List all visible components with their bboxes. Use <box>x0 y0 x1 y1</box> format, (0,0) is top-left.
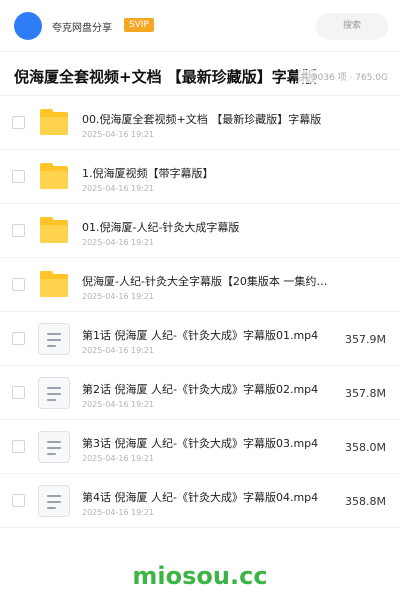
file-date: 2025-04-16 19:21 <box>82 130 155 139</box>
item-summary: 共 9036 项 · 765.0G <box>298 70 388 83</box>
document-icon <box>38 485 70 517</box>
select-checkbox[interactable] <box>12 332 25 345</box>
top-header: 夸克网盘分享 SVIP 搜索 <box>0 0 400 52</box>
file-name[interactable]: 1.倪海厦视频【带字幕版】 <box>82 165 214 181</box>
file-name[interactable]: 第3话 倪海厦 人纪-《针灸大成》字幕版03.mp4 <box>82 435 318 451</box>
select-checkbox[interactable] <box>12 224 25 237</box>
file-date: 2025-04-16 19:21 <box>82 454 155 463</box>
file-row[interactable]: 倪海厦-人纪-针灸大全字幕版【20集版本 一集约… 2025-04-16 19:2… <box>0 258 400 312</box>
file-size: 358.8M <box>345 495 386 508</box>
avatar[interactable] <box>14 12 42 40</box>
file-row[interactable]: 第2话 倪海厦 人纪-《针灸大成》字幕版02.mp4 2025-04-16 19:… <box>0 366 400 420</box>
select-checkbox[interactable] <box>12 278 25 291</box>
file-size: 358.0M <box>345 441 386 454</box>
file-date: 2025-04-16 19:21 <box>82 508 155 517</box>
file-name[interactable]: 第1话 倪海厦 人纪-《针灸大成》字幕版01.mp4 <box>82 327 318 343</box>
document-icon <box>38 323 70 355</box>
folder-icon <box>38 215 70 247</box>
file-name[interactable]: 第2话 倪海厦 人纪-《针灸大成》字幕版02.mp4 <box>82 381 318 397</box>
title-bar: 倪海厦全套视频+文档 【最新珍藏版】字幕版 共 9036 项 · 765.0G <box>0 52 400 96</box>
file-size: 357.8M <box>345 387 386 400</box>
file-size: 357.9M <box>345 333 386 346</box>
document-icon <box>38 377 70 409</box>
file-date: 2025-04-16 19:21 <box>82 346 155 355</box>
file-name[interactable]: 01.倪海厦-人纪-针灸大成字幕版 <box>82 219 239 235</box>
file-date: 2025-04-16 19:21 <box>82 238 155 247</box>
file-date: 2025-04-16 19:21 <box>82 400 155 409</box>
file-row[interactable]: 第4话 倪海厦 人纪-《针灸大成》字幕版04.mp4 2025-04-16 19:… <box>0 474 400 528</box>
file-list: 00.倪海厦全套视频+文档 【最新珍藏版】字幕版 2025-04-16 19:21… <box>0 96 400 528</box>
file-row[interactable]: 第3话 倪海厦 人纪-《针灸大成》字幕版03.mp4 2025-04-16 19:… <box>0 420 400 474</box>
file-row[interactable]: 00.倪海厦全套视频+文档 【最新珍藏版】字幕版 2025-04-16 19:21 <box>0 96 400 150</box>
file-name[interactable]: 00.倪海厦全套视频+文档 【最新珍藏版】字幕版 <box>82 111 321 127</box>
folder-icon <box>38 269 70 301</box>
brand-name: 夸克网盘分享 <box>52 23 112 34</box>
select-checkbox[interactable] <box>12 170 25 183</box>
search-button[interactable]: 搜索 <box>316 13 388 40</box>
file-date: 2025-04-16 19:21 <box>82 184 155 193</box>
folder-icon <box>38 161 70 193</box>
watermark-text: miosou.cc <box>132 562 268 590</box>
file-row[interactable]: 1.倪海厦视频【带字幕版】 2025-04-16 19:21 <box>0 150 400 204</box>
svip-badge: SVIP <box>124 18 154 32</box>
select-checkbox[interactable] <box>12 386 25 399</box>
document-icon <box>38 431 70 463</box>
select-checkbox[interactable] <box>12 494 25 507</box>
select-checkbox[interactable] <box>12 116 25 129</box>
file-row[interactable]: 01.倪海厦-人纪-针灸大成字幕版 2025-04-16 19:21 <box>0 204 400 258</box>
folder-icon <box>38 107 70 139</box>
file-name[interactable]: 倪海厦-人纪-针灸大全字幕版【20集版本 一集约… <box>82 273 327 289</box>
file-name[interactable]: 第4话 倪海厦 人纪-《针灸大成》字幕版04.mp4 <box>82 489 318 505</box>
file-row[interactable]: 第1话 倪海厦 人纪-《针灸大成》字幕版01.mp4 2025-04-16 19:… <box>0 312 400 366</box>
select-checkbox[interactable] <box>12 440 25 453</box>
page-title: 倪海厦全套视频+文档 【最新珍藏版】字幕版 <box>14 68 317 86</box>
file-date: 2025-04-16 19:21 <box>82 292 155 301</box>
